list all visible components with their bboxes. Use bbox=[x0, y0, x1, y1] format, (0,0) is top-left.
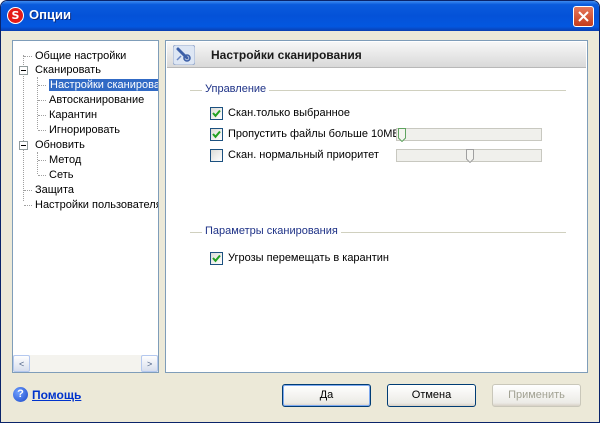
tree-item-label: Сеть bbox=[49, 169, 74, 181]
tree-item-quarantine[interactable]: Карантин bbox=[49, 108, 97, 122]
tree-connector bbox=[37, 152, 38, 174]
collapse-icon[interactable] bbox=[19, 141, 28, 150]
tree-item-update[interactable]: Обновить bbox=[35, 138, 85, 152]
tree-item-label: Карантин bbox=[49, 109, 98, 121]
apply-button[interactable]: Применить bbox=[492, 384, 581, 407]
checkbox-label: Угрозы перемещать в карантин bbox=[228, 252, 390, 264]
check-icon bbox=[212, 130, 221, 139]
tree-item-label: Защита bbox=[35, 184, 74, 196]
checkbox-label: Скан. нормальный приоритет bbox=[228, 149, 379, 161]
tree-item-autoscan[interactable]: Автосканирование bbox=[49, 93, 144, 107]
tree-connector bbox=[38, 160, 46, 161]
tree-item-user-settings[interactable]: Настройки пользователя bbox=[35, 198, 159, 212]
title-bar[interactable]: S Опции bbox=[1, 1, 599, 31]
tree-item-label: Метод bbox=[49, 154, 82, 166]
checkbox-checked[interactable] bbox=[210, 252, 223, 265]
tree-connector bbox=[38, 85, 46, 86]
checkbox-label: Скан.только выбранное bbox=[228, 107, 350, 119]
close-icon bbox=[578, 11, 589, 22]
cancel-button[interactable]: Отмена bbox=[387, 384, 476, 407]
check-icon bbox=[212, 109, 221, 118]
tree-item-label: Настройки пользователя bbox=[35, 199, 159, 211]
window-title: Опции bbox=[29, 7, 71, 22]
checkbox-checked[interactable] bbox=[210, 128, 223, 141]
tree-item-label: Сканировать bbox=[35, 64, 101, 76]
tree-item-label: Общие настройки bbox=[35, 50, 127, 62]
tree-connector bbox=[38, 115, 46, 116]
group-label-scan-params: Параметры сканирования bbox=[202, 225, 341, 237]
priority-slider[interactable] bbox=[396, 149, 542, 163]
check-icon bbox=[212, 254, 221, 263]
checkbox-unchecked[interactable] bbox=[210, 149, 223, 162]
settings-content-panel: Настройки сканирования Управление Скан.т… bbox=[165, 40, 588, 373]
scroll-right-button[interactable]: > bbox=[141, 355, 158, 372]
tree-item-label: Игнорировать bbox=[49, 124, 120, 136]
options-dialog: S Опции Общие настройки Сканировать Наст… bbox=[0, 0, 600, 423]
scan-settings-icon bbox=[173, 45, 195, 65]
scroll-left-button[interactable]: < bbox=[13, 355, 30, 372]
tree-item-label: Обновить bbox=[35, 139, 85, 151]
checkbox-checked[interactable] bbox=[210, 107, 223, 120]
section-header: Настройки сканирования bbox=[167, 42, 586, 68]
chevron-right-icon: > bbox=[147, 359, 153, 369]
tree-connector bbox=[24, 56, 32, 57]
tree-item-scan-settings[interactable]: Настройки сканирования bbox=[49, 78, 158, 92]
app-logo-icon: S bbox=[7, 7, 24, 24]
tree-item-general[interactable]: Общие настройки bbox=[35, 49, 126, 63]
tree-item-ignore[interactable]: Игнорировать bbox=[49, 123, 120, 137]
group-label-control: Управление bbox=[202, 83, 270, 95]
tree-item-label: Настройки сканирования bbox=[49, 79, 158, 91]
tree-connector bbox=[38, 130, 46, 131]
scroll-thumb[interactable] bbox=[30, 355, 38, 372]
chevron-left-icon: < bbox=[19, 359, 25, 369]
close-button[interactable] bbox=[573, 6, 594, 27]
file-size-slider[interactable] bbox=[396, 128, 542, 142]
dialog-body: Общие настройки Сканировать Настройки ск… bbox=[4, 31, 596, 420]
tree-horizontal-scrollbar[interactable]: < > bbox=[13, 355, 158, 372]
tree-connector bbox=[23, 55, 24, 201]
tree-item-method[interactable]: Метод bbox=[49, 153, 81, 167]
slider-thumb[interactable] bbox=[398, 128, 406, 142]
question-icon[interactable]: ? bbox=[13, 387, 28, 402]
settings-tree: Общие настройки Сканировать Настройки ск… bbox=[12, 40, 159, 373]
checkbox-label: Пропустить файлы больше 10MB bbox=[228, 128, 400, 140]
tree-connector bbox=[24, 190, 32, 191]
help-link[interactable]: Помощь bbox=[32, 388, 81, 402]
ok-button[interactable]: Да bbox=[282, 384, 371, 407]
slider-thumb[interactable] bbox=[466, 149, 474, 163]
tree-item-scan[interactable]: Сканировать bbox=[35, 63, 101, 77]
tree-connector bbox=[38, 175, 46, 176]
collapse-icon[interactable] bbox=[19, 66, 28, 75]
tree-connector bbox=[38, 100, 46, 101]
tree-item-network[interactable]: Сеть bbox=[49, 168, 73, 182]
tree-item-protection[interactable]: Защита bbox=[35, 183, 74, 197]
tree-item-label: Автосканирование bbox=[49, 94, 145, 106]
page-title: Настройки сканирования bbox=[211, 48, 362, 62]
tree-connector bbox=[24, 205, 32, 206]
